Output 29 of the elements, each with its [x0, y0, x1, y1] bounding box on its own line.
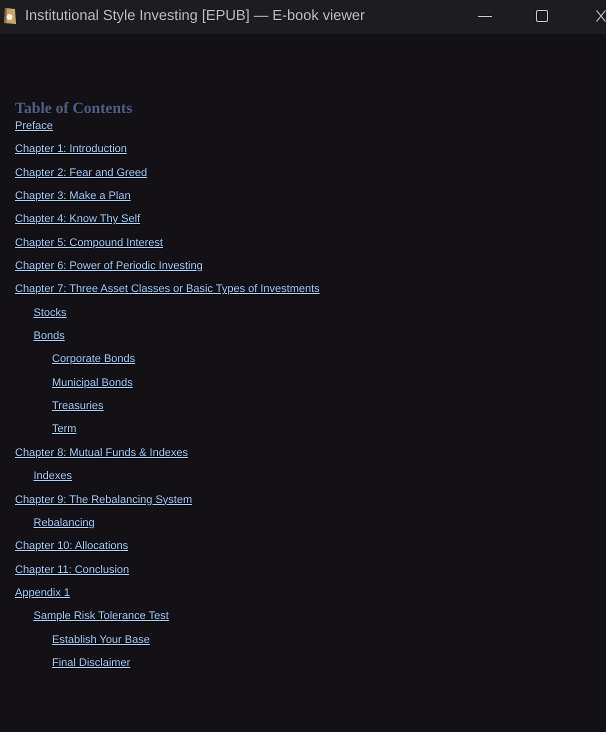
- close-icon[interactable]: [596, 10, 606, 22]
- window-title: Institutional Style Investing [EPUB] — E-book viewer: [25, 8, 365, 24]
- toc-link[interactable]: Corporate Bonds: [52, 353, 136, 366]
- toc-link[interactable]: Preface: [15, 120, 53, 132]
- toc-link[interactable]: Chapter 10: Allocations: [15, 540, 128, 552]
- toc-link[interactable]: Term: [52, 423, 76, 436]
- toc-link[interactable]: Chapter 6: Power of Periodic Investing: [15, 260, 203, 272]
- toc-link[interactable]: Chapter 7: Three Asset Classes or Basic Types of Investments: [15, 283, 320, 296]
- toc-link[interactable]: Indexes: [34, 470, 72, 482]
- book-icon: [2, 7, 18, 25]
- toc-link[interactable]: Appendix 1: [15, 586, 70, 599]
- toc-link[interactable]: Establish Your Base: [52, 634, 150, 646]
- toc-link[interactable]: Rebalancing: [34, 516, 95, 529]
- toc-link[interactable]: Chapter 8: Mutual Funds & Indexes: [15, 446, 188, 459]
- toc-link[interactable]: Chapter 3: Make a Plan: [15, 190, 131, 202]
- maximize-icon[interactable]: [536, 10, 548, 22]
- toc-link[interactable]: Chapter 4: Know Thy Self: [15, 213, 140, 226]
- toc-link[interactable]: Stocks: [34, 306, 67, 319]
- toc-link[interactable]: Chapter 9: The Rebalancing System: [15, 494, 192, 506]
- toc-link[interactable]: Chapter 1: Introduction: [15, 143, 127, 156]
- toc-link[interactable]: Treasuries: [52, 400, 104, 412]
- toc-link[interactable]: Bonds: [34, 330, 65, 342]
- toc-link[interactable]: Sample Risk Tolerance Test: [34, 610, 169, 622]
- toc-link[interactable]: Chapter 5: Compound Interest: [15, 236, 163, 249]
- toc-heading: Table of Contents: [15, 100, 132, 118]
- toc-link[interactable]: Chapter 11: Conclusion: [15, 564, 130, 576]
- toc-link[interactable]: Final Disclaimer: [52, 656, 130, 669]
- toc-link[interactable]: Chapter 2: Fear and Greed: [15, 166, 148, 179]
- toc-link[interactable]: Municipal Bonds: [52, 376, 133, 389]
